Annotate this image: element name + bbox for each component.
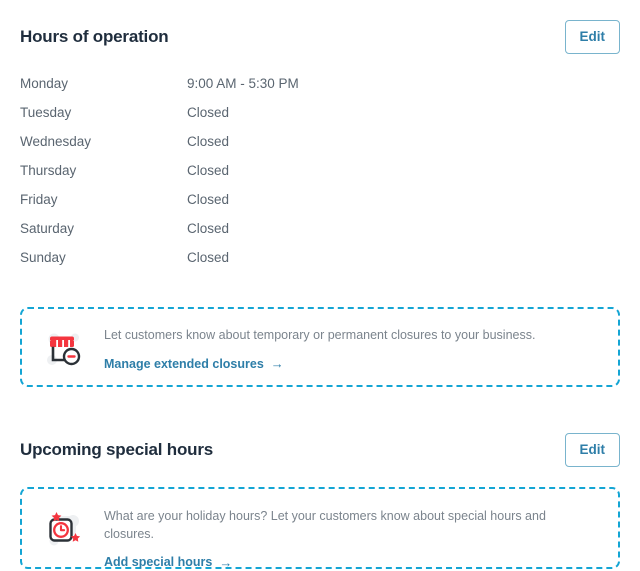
hours-value: Closed [187,163,230,178]
table-row: Sunday Closed [20,250,620,279]
hours-value: Closed [187,192,230,207]
storefront-closed-icon [47,333,81,366]
day-label: Monday [20,76,69,91]
day-label: Tuesday [20,105,72,120]
page-title: Hours of operation [20,27,169,46]
arrow-right-icon: → [270,356,284,371]
table-row: Friday Closed [20,192,620,221]
table-row: Saturday Closed [20,221,620,250]
arrow-right-icon: → [219,554,233,570]
special-hours-callout: What are your holiday hours? Let your cu… [20,487,620,569]
edit-special-hours-button[interactable]: Edit [564,433,620,467]
day-label: Sunday [20,250,66,265]
hours-of-operation-page: Hours of operation Edit Monday 9:00 AM -… [0,0,640,569]
hours-value: 9:00 AM - 5:30 PM [187,76,299,91]
callout-body: Let customers know about temporary or pe… [104,325,598,373]
callout-description: Let customers know about temporary or pe… [104,328,536,342]
link-label: Manage extended closures [104,356,264,371]
day-label: Wednesday [20,134,92,149]
holiday-clock-icon [49,512,81,546]
table-row: Tuesday Closed [20,105,620,134]
hours-value: Closed [187,221,230,236]
special-hours-title: Upcoming special hours [20,440,214,459]
hours-list: Monday 9:00 AM - 5:30 PM Tuesday Closed … [20,76,620,279]
callout-body: What are your holiday hours? Let your cu… [104,506,598,571]
day-label: Friday [20,192,58,207]
manage-extended-closures-link[interactable]: Manage extended closures → [104,357,284,371]
extended-closures-callout: Let customers know about temporary or pe… [20,307,620,387]
hours-value: Closed [187,134,230,149]
hours-value: Closed [187,105,230,120]
link-label: Add special hours [104,555,213,569]
callout-description: What are your holiday hours? Let your cu… [104,509,546,541]
add-special-hours-link[interactable]: Add special hours → [104,555,232,569]
special-hours-section: Upcoming special hours Edit What are you… [20,433,620,569]
table-row: Thursday Closed [20,163,620,192]
hours-value: Closed [187,250,230,265]
edit-hours-button[interactable]: Edit [564,20,620,54]
table-row: Monday 9:00 AM - 5:30 PM [20,76,620,105]
hours-section-header: Hours of operation Edit [20,0,620,54]
day-label: Saturday [20,221,75,236]
day-label: Thursday [20,163,77,178]
special-hours-section-header: Upcoming special hours Edit [20,433,620,467]
table-row: Wednesday Closed [20,134,620,163]
